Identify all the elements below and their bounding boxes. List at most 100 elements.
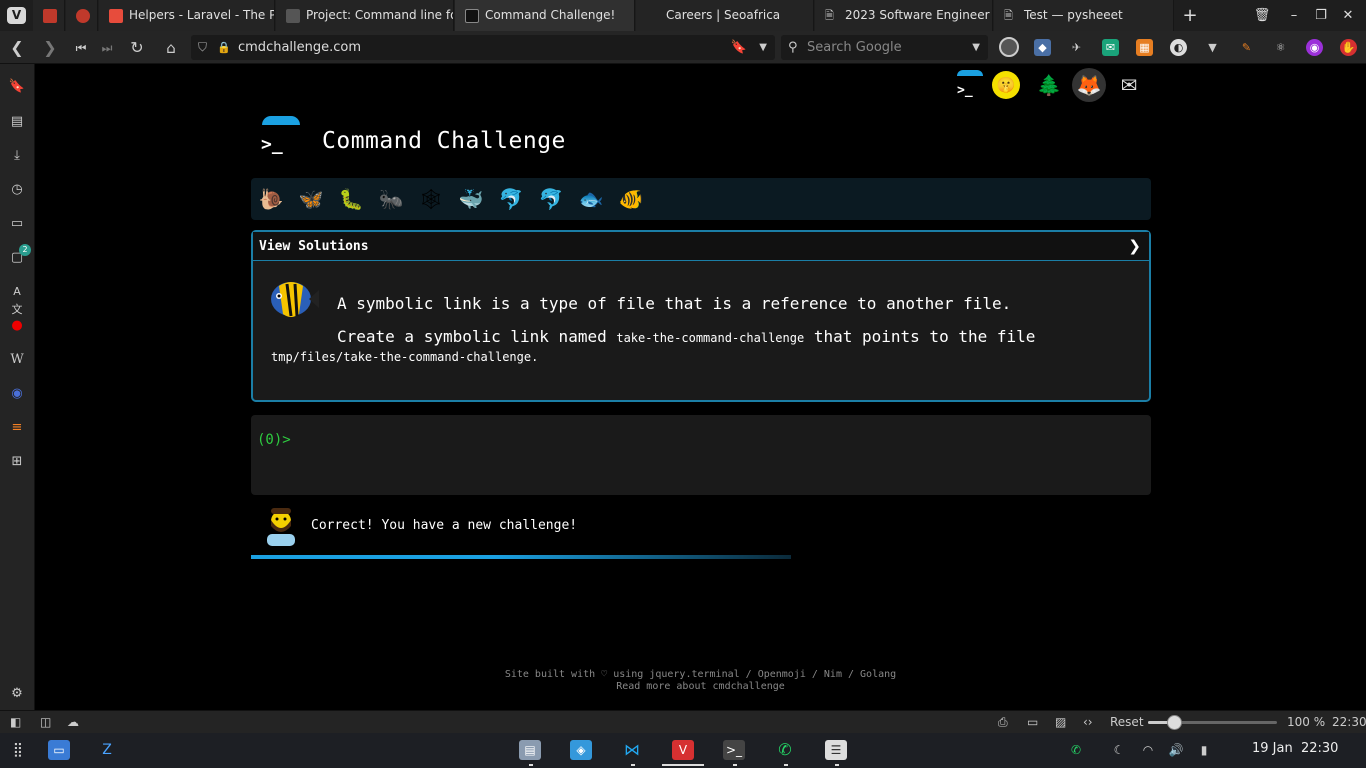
level-icon-4[interactable]: 🐜: [375, 183, 407, 215]
url-text[interactable]: cmdchallenge.com: [238, 35, 361, 60]
downloads-icon[interactable]: ⤓: [8, 147, 26, 165]
whatsapp-tray-icon[interactable]: ✆: [1065, 740, 1087, 760]
footer-credits[interactable]: Site built with ♡ using jquery.terminal …: [35, 669, 1366, 681]
zorin-icon[interactable]: Z: [96, 740, 118, 760]
tab-software-engineer[interactable]: 🗎 2023 Software Engineer | L: [815, 0, 993, 31]
back-arrow-icon[interactable]: ❮: [6, 37, 28, 59]
capture-icon[interactable]: ⎙: [998, 714, 1008, 731]
level-icon-3[interactable]: 🐛: [335, 183, 367, 215]
search-input[interactable]: ⚲ Search Google ▼: [781, 35, 988, 60]
level-icon-9[interactable]: 🐟: [575, 183, 607, 215]
view-solutions-label[interactable]: View Solutions: [259, 239, 369, 254]
extension-icon[interactable]: ◆: [1034, 39, 1051, 56]
tab-pysheeet[interactable]: 🗎 Test — pysheeet: [994, 0, 1174, 31]
vivaldi-menu-button[interactable]: V: [7, 7, 26, 24]
level-icon-8[interactable]: 🐬: [535, 183, 567, 215]
extension-icon[interactable]: ✈: [1068, 39, 1085, 56]
gitlab-icon[interactable]: 🦊: [1072, 68, 1106, 102]
bookmark-icon[interactable]: 🔖: [731, 35, 747, 60]
notes-icon[interactable]: ▭: [8, 215, 26, 233]
level-icon-7[interactable]: 🐬: [495, 183, 527, 215]
trash-icon[interactable]: 🗑: [1252, 6, 1272, 26]
view-solutions-toggle[interactable]: View Solutions ❯: [253, 232, 1149, 261]
home-icon[interactable]: ⌂: [160, 37, 182, 59]
vivaldi-app-icon[interactable]: V: [672, 740, 694, 760]
close-icon[interactable]: ✕: [1338, 6, 1358, 26]
tab-command-challenge[interactable]: Command Challenge!: [455, 0, 635, 31]
extension-icon[interactable]: ✉: [1102, 39, 1119, 56]
stackoverflow-icon[interactable]: ≡: [8, 419, 26, 437]
vivaldi-icon[interactable]: ●: [8, 317, 26, 335]
window-icon[interactable]: ▭: [1027, 714, 1038, 731]
settings-gear-icon[interactable]: ⚙: [8, 685, 26, 703]
level-icon-2[interactable]: 🦋: [295, 183, 327, 215]
level-icon-1[interactable]: 🐌: [255, 183, 287, 215]
forward-arrow-icon[interactable]: ❯: [39, 37, 61, 59]
reading-list-icon[interactable]: ▤: [8, 113, 26, 131]
restore-icon[interactable]: ❐: [1311, 6, 1331, 26]
tiling-icon[interactable]: ◫: [40, 714, 51, 731]
extension-icon[interactable]: ✋: [1340, 39, 1357, 56]
add-panel-icon[interactable]: ⊞: [8, 453, 26, 471]
web-panel-icon[interactable]: ◉: [8, 385, 26, 403]
fast-forward-icon[interactable]: ⏭: [96, 37, 118, 59]
mail-icon[interactable]: ✉: [1112, 68, 1146, 102]
panel-toggle-icon[interactable]: ◧: [10, 714, 21, 731]
sync-cloud-icon[interactable]: ☁: [67, 714, 79, 731]
app-grid-icon[interactable]: ⣿: [7, 740, 29, 760]
terminal-prompt[interactable]: (0)>: [257, 432, 291, 448]
face-emoji-icon[interactable]: 🤫: [992, 71, 1020, 99]
url-field[interactable]: ⛉ 🔒 cmdchallenge.com 🔖 ▼: [191, 35, 775, 60]
files-app-icon[interactable]: ▤: [519, 740, 541, 760]
lock-icon[interactable]: 🔒: [217, 35, 231, 60]
level-icon-5[interactable]: 🕸: [415, 183, 447, 215]
translate-icon[interactable]: A文: [8, 283, 26, 316]
level-icon-6[interactable]: 🐳: [455, 183, 487, 215]
tab-pinned-2[interactable]: [66, 0, 98, 31]
battery-icon[interactable]: ▮: [1193, 740, 1215, 760]
wifi-icon[interactable]: ◠: [1137, 740, 1159, 760]
tab-careers-seoafrica[interactable]: Careers | Seoafrica: [636, 0, 814, 31]
image-icon[interactable]: ▨: [1055, 714, 1066, 731]
footer-read-more-link[interactable]: Read more about cmdchallenge: [35, 681, 1366, 693]
overview-icon[interactable]: ▭: [48, 740, 70, 760]
wikipedia-icon[interactable]: W: [8, 351, 26, 369]
code-icon[interactable]: ‹›: [1083, 714, 1093, 731]
database-app-icon[interactable]: ☰: [825, 740, 847, 760]
taskbar-clock[interactable]: 19 Jan 22:30: [1252, 741, 1338, 756]
chevron-down-icon[interactable]: ▼: [759, 35, 767, 60]
night-mode-icon[interactable]: ☾: [1108, 740, 1130, 760]
zoom-slider[interactable]: [1148, 715, 1277, 730]
chevron-right-icon[interactable]: ❯: [1128, 237, 1141, 255]
chevron-down-icon[interactable]: ▼: [972, 35, 980, 60]
reload-icon[interactable]: ↻: [126, 37, 148, 59]
level-icon-10[interactable]: 🐠: [615, 183, 647, 215]
new-tab-button[interactable]: +: [1180, 6, 1200, 26]
tab-project-command-line[interactable]: Project: Command line for: [276, 0, 454, 31]
profile-avatar-icon[interactable]: [999, 37, 1019, 57]
extension-icon[interactable]: ◐: [1170, 39, 1187, 56]
terminal-app-icon[interactable]: >_: [723, 740, 745, 760]
whatsapp-icon[interactable]: ✆: [774, 740, 796, 760]
vscode-icon[interactable]: ⋈: [621, 740, 643, 760]
terminal-input[interactable]: (0)>: [251, 415, 1151, 495]
zoom-reset-button[interactable]: Reset: [1110, 714, 1144, 731]
minimize-icon[interactable]: –: [1284, 6, 1304, 26]
tab-laravel-helpers[interactable]: Helpers - Laravel - The PHP: [99, 0, 275, 31]
bookmarks-icon[interactable]: 🔖: [8, 78, 26, 96]
rewind-icon[interactable]: ⏮: [70, 37, 92, 59]
tree-icon[interactable]: 🌲: [1032, 68, 1066, 102]
shield-icon[interactable]: ⛉: [198, 35, 207, 60]
extension-icon[interactable]: ✎: [1238, 39, 1255, 56]
extension-icon[interactable]: ▦: [1136, 39, 1153, 56]
software-store-icon[interactable]: ◈: [570, 740, 592, 760]
active-app-indicator: [662, 764, 704, 766]
extension-icon[interactable]: ▼: [1204, 39, 1221, 56]
extension-icon[interactable]: ◉: [1306, 39, 1323, 56]
extension-icon[interactable]: ⚛: [1272, 39, 1289, 56]
terminal-logo-icon[interactable]: >_: [955, 68, 985, 102]
tab-pinned-1[interactable]: [33, 0, 65, 31]
zoom-slider-handle[interactable]: [1166, 715, 1182, 730]
volume-icon[interactable]: 🔊: [1165, 740, 1187, 760]
history-icon[interactable]: ◷: [8, 181, 26, 199]
